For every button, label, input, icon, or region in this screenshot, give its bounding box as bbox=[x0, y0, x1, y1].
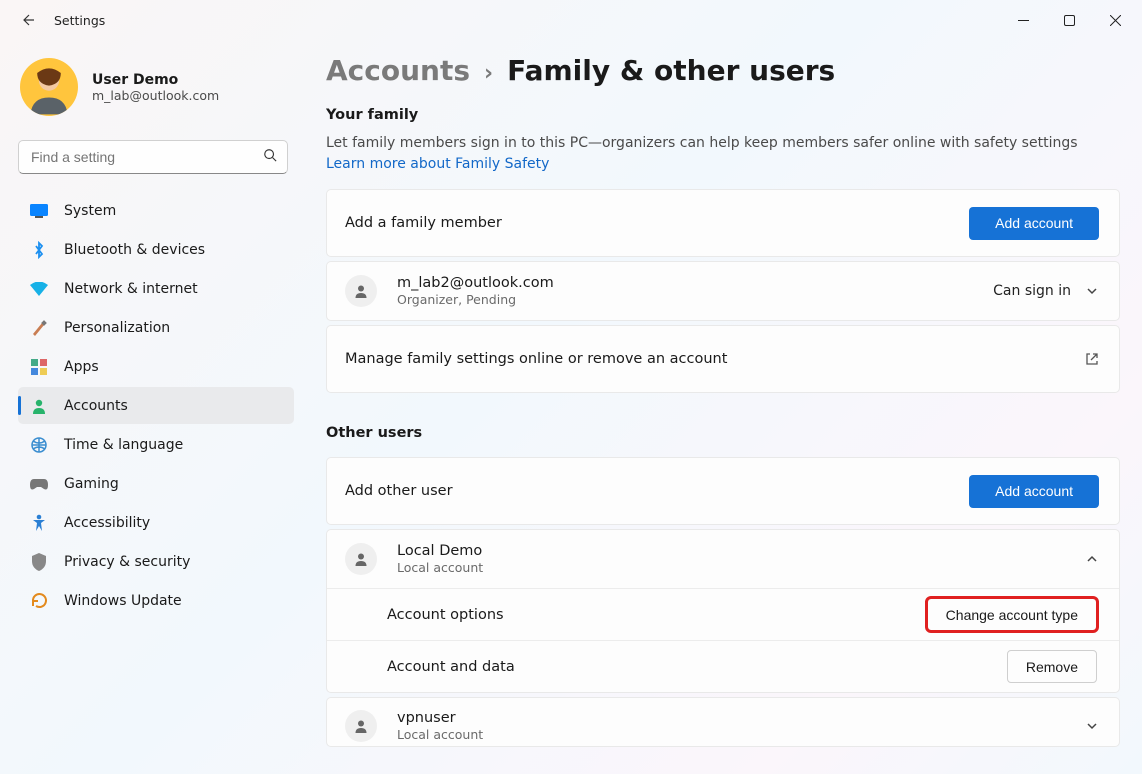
maximize-icon bbox=[1064, 15, 1075, 26]
change-account-type-button[interactable]: Change account type bbox=[927, 598, 1097, 631]
other-user-type: Local account bbox=[397, 560, 483, 575]
chevron-down-icon bbox=[1085, 719, 1099, 733]
account-options-row: Account options Change account type bbox=[327, 588, 1119, 640]
add-other-user-button[interactable]: Add account bbox=[969, 475, 1099, 508]
accessibility-icon bbox=[30, 514, 48, 532]
sidebar-item-label: Apps bbox=[64, 359, 99, 375]
sidebar-item-windows-update[interactable]: Windows Update bbox=[18, 582, 294, 619]
other-user-row[interactable]: vpnuser Local account bbox=[327, 698, 1119, 746]
person-icon bbox=[345, 543, 377, 575]
sidebar-item-label: Time & language bbox=[64, 437, 183, 453]
back-button[interactable] bbox=[14, 6, 42, 34]
chevron-up-icon bbox=[1085, 552, 1099, 566]
sidebar-item-personalization[interactable]: Personalization bbox=[18, 309, 294, 346]
chevron-right-icon: › bbox=[484, 61, 493, 86]
avatar bbox=[20, 58, 78, 116]
arrow-left-icon bbox=[20, 12, 36, 28]
family-subtext: Let family members sign in to this PC—or… bbox=[326, 133, 1120, 175]
globe-clock-icon bbox=[30, 436, 48, 454]
paintbrush-icon bbox=[30, 319, 48, 337]
search-input[interactable] bbox=[31, 149, 263, 165]
account-data-row: Account and data Remove bbox=[327, 640, 1119, 692]
sidebar-item-label: Accessibility bbox=[64, 515, 150, 531]
sidebar-item-bluetooth[interactable]: Bluetooth & devices bbox=[18, 231, 294, 268]
other-users-heading: Other users bbox=[326, 425, 1120, 441]
family-member-email: m_lab2@outlook.com bbox=[397, 275, 554, 291]
shield-icon bbox=[30, 553, 48, 571]
sidebar-item-label: Gaming bbox=[64, 476, 119, 492]
search-icon bbox=[263, 148, 277, 166]
apps-icon bbox=[30, 358, 48, 376]
close-icon bbox=[1110, 15, 1121, 26]
profile-email: m_lab@outlook.com bbox=[92, 88, 219, 103]
close-button[interactable] bbox=[1092, 4, 1138, 36]
chevron-down-icon bbox=[1085, 284, 1099, 298]
other-user-name: vpnuser bbox=[397, 710, 483, 726]
account-data-label: Account and data bbox=[387, 659, 515, 675]
family-safety-link[interactable]: Learn more about Family Safety bbox=[326, 156, 549, 172]
sidebar-item-gaming[interactable]: Gaming bbox=[18, 465, 294, 502]
family-member-role: Organizer, Pending bbox=[397, 292, 554, 307]
profile-block[interactable]: User Demo m_lab@outlook.com bbox=[18, 54, 308, 134]
minimize-button[interactable] bbox=[1000, 4, 1046, 36]
add-family-label: Add a family member bbox=[345, 215, 502, 231]
add-other-user-label: Add other user bbox=[345, 483, 453, 499]
main-content: Accounts › Family & other users Your fam… bbox=[326, 54, 1120, 774]
sidebar-item-privacy[interactable]: Privacy & security bbox=[18, 543, 294, 580]
add-family-account-button[interactable]: Add account bbox=[969, 207, 1099, 240]
sidebar-item-label: System bbox=[64, 203, 116, 219]
search-box[interactable] bbox=[18, 140, 288, 174]
person-icon bbox=[345, 275, 377, 307]
breadcrumb-parent[interactable]: Accounts bbox=[326, 54, 470, 87]
sidebar-item-label: Accounts bbox=[64, 398, 128, 414]
account-options-label: Account options bbox=[387, 607, 504, 623]
external-link-icon bbox=[1085, 352, 1099, 366]
sidebar-item-time-language[interactable]: Time & language bbox=[18, 426, 294, 463]
nav-list: System Bluetooth & devices Network & int… bbox=[18, 188, 308, 619]
add-other-user-row: Add other user Add account bbox=[327, 458, 1119, 524]
sidebar-item-label: Privacy & security bbox=[64, 554, 190, 570]
sidebar-item-network[interactable]: Network & internet bbox=[18, 270, 294, 307]
other-user-name: Local Demo bbox=[397, 543, 483, 559]
sidebar-item-apps[interactable]: Apps bbox=[18, 348, 294, 385]
other-user-row[interactable]: Local Demo Local account bbox=[327, 530, 1119, 588]
remove-account-button[interactable]: Remove bbox=[1007, 650, 1097, 683]
titlebar: Settings bbox=[0, 0, 1142, 40]
minimize-icon bbox=[1018, 15, 1029, 26]
family-member-row[interactable]: m_lab2@outlook.com Organizer, Pending Ca… bbox=[327, 262, 1119, 320]
accounts-icon bbox=[30, 397, 48, 415]
window-title: Settings bbox=[54, 13, 105, 28]
page-title: Family & other users bbox=[507, 54, 835, 87]
sidebar-item-label: Windows Update bbox=[64, 593, 182, 609]
sidebar-item-accessibility[interactable]: Accessibility bbox=[18, 504, 294, 541]
update-icon bbox=[30, 592, 48, 610]
system-icon bbox=[30, 202, 48, 220]
sidebar: User Demo m_lab@outlook.com System Bluet… bbox=[0, 40, 308, 621]
sidebar-item-label: Network & internet bbox=[64, 281, 198, 297]
sidebar-item-label: Personalization bbox=[64, 320, 170, 336]
add-family-member-row: Add a family member Add account bbox=[327, 190, 1119, 256]
sidebar-item-accounts[interactable]: Accounts bbox=[18, 387, 294, 424]
sidebar-item-label: Bluetooth & devices bbox=[64, 242, 205, 258]
other-user-type: Local account bbox=[397, 727, 483, 742]
family-member-status: Can sign in bbox=[993, 283, 1071, 299]
breadcrumb: Accounts › Family & other users bbox=[326, 54, 1120, 87]
manage-family-row[interactable]: Manage family settings online or remove … bbox=[327, 326, 1119, 392]
wifi-icon bbox=[30, 280, 48, 298]
gaming-icon bbox=[30, 475, 48, 493]
maximize-button[interactable] bbox=[1046, 4, 1092, 36]
profile-name: User Demo bbox=[92, 72, 219, 88]
family-heading: Your family bbox=[326, 107, 1120, 123]
bluetooth-icon bbox=[30, 241, 48, 259]
manage-family-label: Manage family settings online or remove … bbox=[345, 351, 727, 367]
person-icon bbox=[345, 710, 377, 742]
sidebar-item-system[interactable]: System bbox=[18, 192, 294, 229]
